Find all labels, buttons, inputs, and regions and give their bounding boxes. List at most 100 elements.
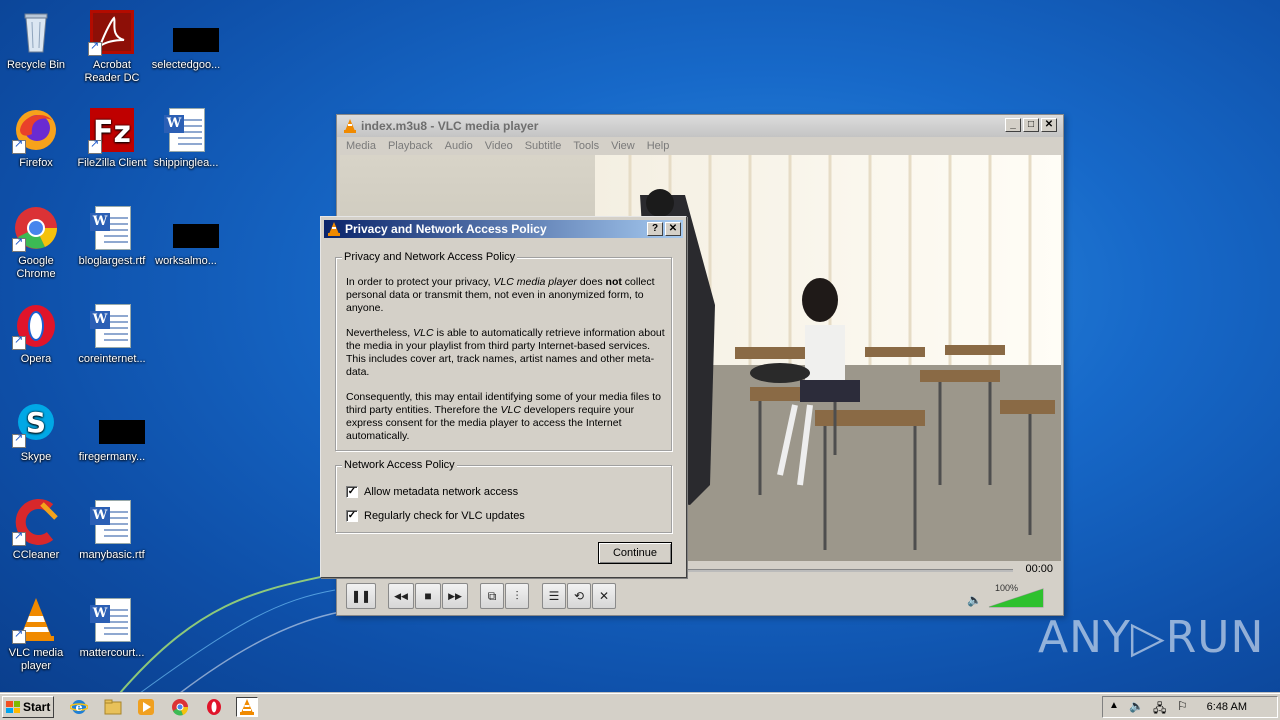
word-doc-icon: W (88, 596, 136, 644)
taskbar-vlc[interactable] (236, 697, 258, 717)
time-elapsed: 00:00 (1025, 563, 1053, 575)
start-label: Start (23, 700, 51, 714)
chrome-icon (12, 204, 60, 252)
extended-settings-button[interactable]: ⫶ (505, 583, 529, 609)
stop-button[interactable]: ■ (415, 583, 441, 609)
volume-tray-icon[interactable]: 🔈 (1129, 699, 1144, 713)
menu-subtitle[interactable]: Subtitle (519, 140, 568, 152)
desktop-icon-firegermany[interactable]: firegermany... (74, 400, 150, 464)
network-group: Network Access Policy ✓ Allow metadata n… (335, 459, 672, 533)
desktop-icon-worksalmo[interactable]: worksalmo... (148, 204, 224, 268)
desktop-icon-label: bloglargest.rtf (78, 255, 146, 267)
vlc-icon (12, 596, 60, 644)
volume-control[interactable]: 🔈 100% (965, 583, 1045, 609)
windows-logo-icon (6, 701, 20, 713)
taskbar-ie[interactable]: e (68, 697, 90, 717)
desktop-icon-label: Firefox (19, 157, 53, 169)
taskbar-chrome[interactable] (169, 697, 191, 717)
network-tray-icon[interactable]: 🖧 (1153, 699, 1166, 720)
privacy-dialog[interactable]: Privacy and Network Access Policy ? ✕ Pr… (320, 216, 687, 578)
desktop-icon-acrobat[interactable]: Acrobat Reader DC (74, 8, 150, 85)
desktop-icon-label: shippinglea... (153, 157, 219, 169)
menu-view[interactable]: View (605, 140, 641, 152)
desktop-icon-filezilla[interactable]: Fz FileZilla Client (74, 106, 150, 170)
desktop-icon-ccleaner[interactable]: CCleaner (0, 498, 74, 562)
metadata-access-checkbox[interactable]: ✓ Allow metadata network access (346, 486, 518, 498)
desktop-icon-opera[interactable]: Opera (0, 302, 74, 366)
desktop-icon-bloglargest[interactable]: W bloglargest.rtf (74, 204, 150, 268)
desktop-icon-label: firegermany... (78, 451, 146, 463)
previous-button[interactable]: ◀◀ (388, 583, 414, 609)
update-check-checkbox[interactable]: ✓ Regularly check for VLC updates (346, 510, 525, 522)
desktop-icon-firefox[interactable]: Firefox (0, 106, 74, 170)
action-center-flag-icon[interactable]: ⚐ (1177, 699, 1188, 713)
word-doc-icon: W (88, 498, 136, 546)
svg-text:S: S (26, 406, 46, 439)
maximize-button[interactable]: □ (1023, 118, 1039, 132)
desktop-icon-label: VLC media player (8, 647, 64, 672)
word-doc-icon: W (88, 204, 136, 252)
network-group-title: Network Access Policy (342, 459, 457, 471)
minimize-button[interactable]: _ (1005, 118, 1021, 132)
desktop-icon-recycle-bin[interactable]: Recycle Bin (0, 8, 74, 72)
desktop-icon-manybasic[interactable]: W manybasic.rtf (74, 498, 150, 562)
shortcut-arrow-icon (12, 236, 26, 252)
desktop-icon-skype[interactable]: S Skype (0, 400, 74, 464)
vlc-titlebar[interactable]: index.m3u8 - VLC media player _ □ ✕ (337, 115, 1063, 137)
dialog-title: Privacy and Network Access Policy (345, 222, 547, 236)
svg-text:e: e (76, 701, 83, 714)
shortcut-arrow-icon (12, 432, 26, 448)
taskbar-opera[interactable] (203, 697, 225, 717)
dialog-close-button[interactable]: ✕ (665, 222, 681, 236)
desktop-icon-label: coreinternet... (78, 353, 146, 365)
desktop-icon-chrome[interactable]: Google Chrome (0, 204, 74, 281)
taskbar-clock[interactable]: 6:48 AM (1207, 701, 1247, 713)
privacy-group: Privacy and Network Access Policy In ord… (335, 251, 672, 451)
equalizer-icon: ⫶ (515, 588, 519, 603)
vlc-window-title: index.m3u8 - VLC media player (361, 119, 539, 133)
ccleaner-icon (12, 498, 60, 546)
taskbar: Start e ▲ 🔈 🖧 ⚐ 6:48 AM (0, 693, 1280, 720)
show-hidden-icons-icon[interactable]: ▲ (1109, 700, 1119, 711)
loop-button[interactable]: ⟲ (567, 583, 591, 609)
desktop-icon-coreinternet[interactable]: W coreinternet... (74, 302, 150, 366)
next-button[interactable]: ▶▶ (442, 583, 468, 609)
help-button[interactable]: ? (647, 222, 663, 236)
shortcut-arrow-icon (12, 334, 26, 350)
desktop-icon-label: Opera (20, 353, 52, 365)
desktop-icon-selectedgoo[interactable]: selectedgoo... (148, 8, 224, 72)
desktop-icon-mattercourt[interactable]: W mattercourt... (74, 596, 150, 660)
fullscreen-button[interactable]: ⧉ (480, 583, 504, 609)
menu-video[interactable]: Video (479, 140, 519, 152)
pause-button[interactable]: ❚❚ (346, 583, 376, 609)
volume-label: 100% (995, 583, 1019, 593)
desktop-icon-vlc[interactable]: VLC media player (0, 596, 74, 673)
vlc-icon (328, 222, 340, 236)
menu-audio[interactable]: Audio (439, 140, 479, 152)
continue-button[interactable]: Continue (598, 542, 672, 564)
redacted-file-icon (162, 8, 219, 56)
desktop-icon-label: Acrobat Reader DC (84, 59, 140, 84)
checkmark-icon[interactable]: ✓ (346, 486, 358, 498)
start-button[interactable]: Start (2, 696, 54, 718)
taskbar-explorer[interactable] (102, 697, 124, 717)
privacy-paragraph-1: In order to protect your privacy, VLC me… (346, 276, 655, 314)
shortcut-arrow-icon (12, 138, 26, 154)
menu-help[interactable]: Help (641, 140, 676, 152)
word-doc-icon: W (162, 106, 210, 154)
playlist-button[interactable]: ☰ (542, 583, 566, 609)
redacted-file-icon (162, 204, 219, 252)
desktop-icon-label: CCleaner (12, 549, 60, 561)
taskbar-media-player[interactable] (135, 697, 157, 717)
shuffle-button[interactable]: ✕ (592, 583, 616, 609)
media-player-icon (138, 699, 154, 715)
close-button[interactable]: ✕ (1041, 118, 1057, 132)
desktop-icon-shippinglea[interactable]: W shippinglea... (148, 106, 224, 170)
menu-tools[interactable]: Tools (567, 140, 605, 152)
shuffle-icon: ✕ (598, 589, 610, 603)
update-check-label: Regularly check for VLC updates (364, 510, 525, 522)
checkmark-icon[interactable]: ✓ (346, 510, 358, 522)
menu-playback[interactable]: Playback (382, 140, 439, 152)
dialog-titlebar[interactable]: Privacy and Network Access Policy ? ✕ (324, 220, 683, 238)
menu-media[interactable]: Media (340, 140, 382, 152)
